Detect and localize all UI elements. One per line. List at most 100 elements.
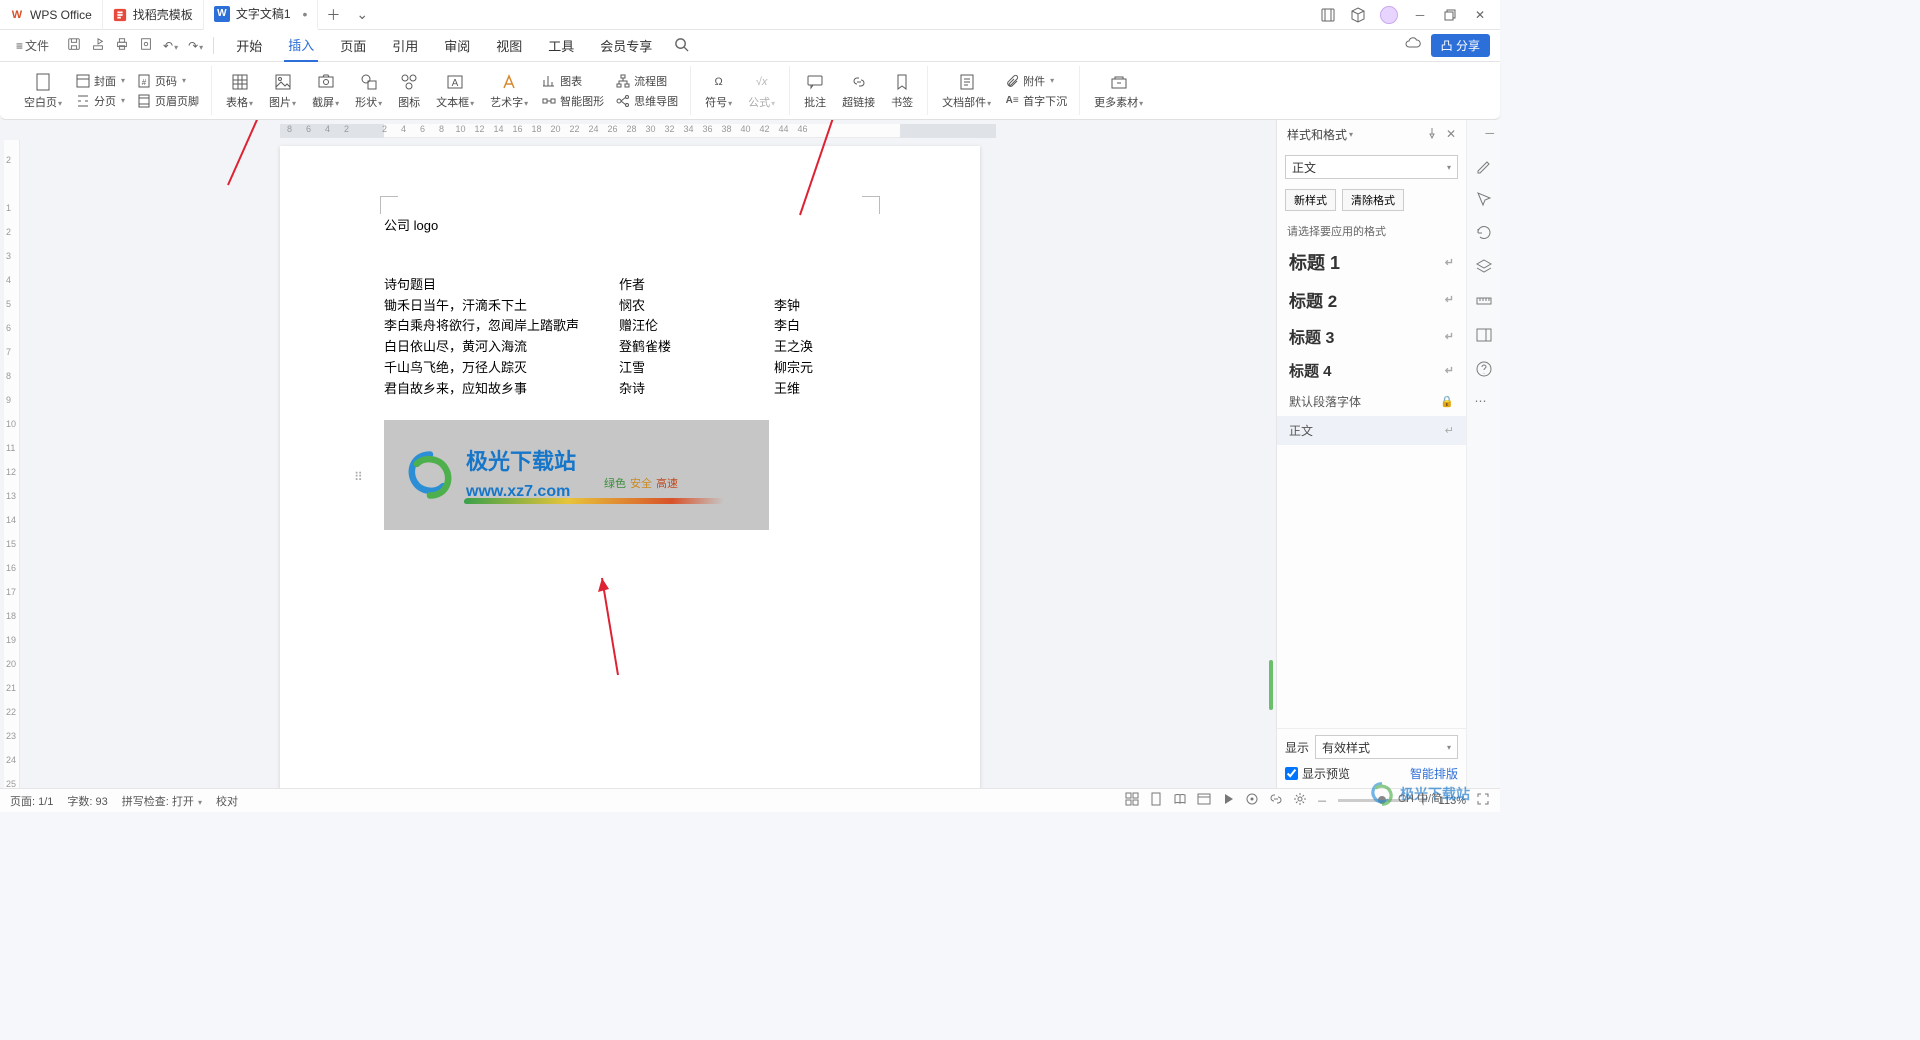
drag-handle-icon[interactable]: ⠿ bbox=[354, 468, 363, 487]
word-count[interactable]: 字数: 93 bbox=[67, 793, 107, 809]
zoom-out-icon[interactable]: － bbox=[1317, 793, 1328, 809]
redo-icon[interactable]: ↷▾ bbox=[188, 39, 203, 53]
select-tool-icon[interactable] bbox=[1475, 190, 1493, 208]
flowchart-button[interactable]: 流程图 bbox=[612, 72, 682, 90]
proof-status[interactable]: 校对 bbox=[216, 793, 238, 809]
menu-tab-会员专享[interactable]: 会员专享 bbox=[596, 30, 656, 61]
layers-icon[interactable] bbox=[1475, 258, 1493, 276]
menu-tab-审阅[interactable]: 审阅 bbox=[440, 30, 474, 61]
new-tab-button[interactable]: ＋ bbox=[318, 5, 348, 25]
fit-icon[interactable] bbox=[1476, 792, 1490, 809]
menu-tab-工具[interactable]: 工具 bbox=[544, 30, 578, 61]
scroll-indicator[interactable] bbox=[1269, 660, 1273, 710]
smart-graphic-button[interactable]: 智能图形 bbox=[538, 92, 608, 110]
show-filter-select[interactable]: 有效样式▾ bbox=[1315, 735, 1458, 759]
app-tab[interactable]: W WPS Office bbox=[0, 0, 103, 30]
hyperlink-button[interactable]: 超链接 bbox=[836, 70, 881, 112]
table-row[interactable]: 君自故乡来，应知故乡事杂诗王维 bbox=[384, 379, 880, 400]
document-page[interactable]: 公司 logo 诗句题目 作者 锄禾日当午，汗滴禾下土悯农李钟李白乘舟将欲行，忽… bbox=[280, 146, 980, 788]
settings-status-icon[interactable] bbox=[1293, 792, 1307, 809]
editor[interactable]: 8642246810121416182022242628303234363840… bbox=[0, 120, 1276, 788]
ruler-tool-icon[interactable] bbox=[1475, 292, 1493, 310]
sidebar-toggle-icon[interactable] bbox=[1475, 326, 1493, 344]
cloud-icon[interactable] bbox=[1405, 36, 1421, 55]
document-header-text[interactable]: 公司 logo bbox=[384, 216, 880, 237]
menu-tab-插入[interactable]: 插入 bbox=[284, 29, 318, 62]
menu-tab-开始[interactable]: 开始 bbox=[232, 30, 266, 61]
style-item[interactable]: 标题 2↵ bbox=[1277, 281, 1466, 318]
share-button[interactable]: 凸 分享 bbox=[1431, 34, 1490, 57]
view-grid-icon[interactable] bbox=[1125, 792, 1139, 809]
comment-button[interactable]: 批注 bbox=[798, 70, 832, 112]
minimize-icon[interactable]: ─ bbox=[1412, 7, 1428, 23]
style-item[interactable]: 标题 4↵ bbox=[1277, 354, 1466, 387]
edit-tool-icon[interactable] bbox=[1475, 156, 1493, 174]
style-item[interactable]: 正文↵ bbox=[1277, 416, 1466, 445]
cover-button[interactable]: 封面▾ bbox=[72, 72, 129, 90]
horizontal-ruler[interactable]: 8642246810121416182022242628303234363840… bbox=[280, 124, 996, 138]
table-row[interactable]: 锄禾日当午，汗滴禾下土悯农李钟 bbox=[384, 296, 880, 317]
blank-page-button[interactable]: 空白页▾ bbox=[18, 70, 68, 112]
target-icon[interactable] bbox=[1245, 792, 1259, 809]
menu-tab-引用[interactable]: 引用 bbox=[388, 30, 422, 61]
page-break-button[interactable]: 分页▾ bbox=[72, 92, 129, 110]
pin-icon[interactable] bbox=[1426, 127, 1438, 142]
play-icon[interactable] bbox=[1221, 792, 1235, 809]
table-row[interactable]: 千山鸟飞绝，万径人踪灭江雪柳宗元 bbox=[384, 358, 880, 379]
mindmap-button[interactable]: 思维导图 bbox=[612, 92, 682, 110]
search-icon[interactable] bbox=[674, 37, 689, 55]
new-style-button[interactable]: 新样式 bbox=[1285, 189, 1336, 211]
table-button[interactable]: 表格▾ bbox=[220, 70, 259, 112]
view-page-icon[interactable] bbox=[1149, 792, 1163, 809]
link-icon[interactable] bbox=[1269, 792, 1283, 809]
page-number-button[interactable]: #页码▾ bbox=[133, 72, 203, 90]
avatar[interactable] bbox=[1380, 6, 1398, 24]
table-row[interactable]: 李白乘舟将欲行，忽闻岸上踏歌声赠汪伦李白 bbox=[384, 316, 880, 337]
view-read-icon[interactable] bbox=[1173, 792, 1187, 809]
clear-format-button[interactable]: 清除格式 bbox=[1342, 189, 1404, 211]
style-item[interactable]: 标题 1↵ bbox=[1277, 243, 1466, 281]
doc-parts-button[interactable]: 文档部件▾ bbox=[936, 70, 997, 112]
smart-layout-link[interactable]: 智能排版 bbox=[1410, 765, 1458, 782]
reader-icon[interactable] bbox=[1320, 7, 1336, 23]
drop-cap-button[interactable]: A≡首字下沉 bbox=[1001, 92, 1071, 110]
menu-tab-页面[interactable]: 页面 bbox=[336, 30, 370, 61]
symbol-button[interactable]: Ω符号▾ bbox=[699, 70, 738, 112]
collapse-strip-icon[interactable]: ─ bbox=[1485, 126, 1494, 140]
print-icon[interactable] bbox=[115, 37, 129, 54]
more-tools-icon[interactable]: ⋯ bbox=[1475, 394, 1493, 412]
tab-menu-button[interactable]: ⌄ bbox=[348, 6, 376, 23]
shapes-button[interactable]: 形状▾ bbox=[349, 70, 388, 112]
close-panel-icon[interactable]: ✕ bbox=[1446, 127, 1456, 142]
attachment-button[interactable]: 附件▾ bbox=[1001, 72, 1071, 90]
document-tab[interactable]: W 文字文稿1 • bbox=[204, 0, 319, 30]
view-outline-icon[interactable] bbox=[1197, 792, 1211, 809]
menu-tab-视图[interactable]: 视图 bbox=[492, 30, 526, 61]
embedded-image[interactable]: ⠿ 极光下载站 www.xz7.com 绿色安全高速 bbox=[384, 420, 769, 530]
icons-button[interactable]: 图标 bbox=[392, 70, 426, 112]
textbox-button[interactable]: A文本框▾ bbox=[430, 70, 480, 112]
undo-icon[interactable]: ↶▾ bbox=[163, 39, 178, 53]
preview-icon[interactable] bbox=[139, 37, 153, 54]
file-menu[interactable]: ≡文件 bbox=[10, 33, 55, 58]
page-indicator[interactable]: 页面: 1/1 bbox=[10, 793, 53, 809]
table-row[interactable]: 白日依山尽，黄河入海流登鹤雀楼王之涣 bbox=[384, 337, 880, 358]
equation-button[interactable]: √x公式▾ bbox=[742, 70, 781, 112]
wordart-button[interactable]: 艺术字▾ bbox=[484, 70, 534, 112]
picture-button[interactable]: 图片▾ bbox=[263, 70, 302, 112]
vertical-ruler[interactable]: 2123456789101112131415161718192021222324… bbox=[4, 140, 20, 788]
screenshot-button[interactable]: 截屏▾ bbox=[306, 70, 345, 112]
template-tab[interactable]: 找稻壳模板 bbox=[103, 0, 204, 30]
bookmark-button[interactable]: 书签 bbox=[885, 70, 919, 112]
save-icon[interactable] bbox=[67, 37, 81, 54]
refresh-icon[interactable] bbox=[1475, 224, 1493, 242]
style-item[interactable]: 标题 3↵ bbox=[1277, 318, 1466, 354]
header-footer-button[interactable]: 页眉页脚 bbox=[133, 92, 203, 110]
zoom-level[interactable]: 113% bbox=[1439, 795, 1466, 807]
spellcheck-status[interactable]: 拼写检查: 打开 ▾ bbox=[122, 793, 202, 809]
more-materials-button[interactable]: 更多素材▾ bbox=[1088, 70, 1149, 112]
help-icon[interactable] bbox=[1475, 360, 1493, 378]
preview-checkbox[interactable] bbox=[1285, 767, 1298, 780]
maximize-icon[interactable] bbox=[1442, 7, 1458, 23]
document-table[interactable]: 诗句题目 作者 锄禾日当午，汗滴禾下土悯农李钟李白乘舟将欲行，忽闻岸上踏歌声赠汪… bbox=[384, 275, 880, 400]
